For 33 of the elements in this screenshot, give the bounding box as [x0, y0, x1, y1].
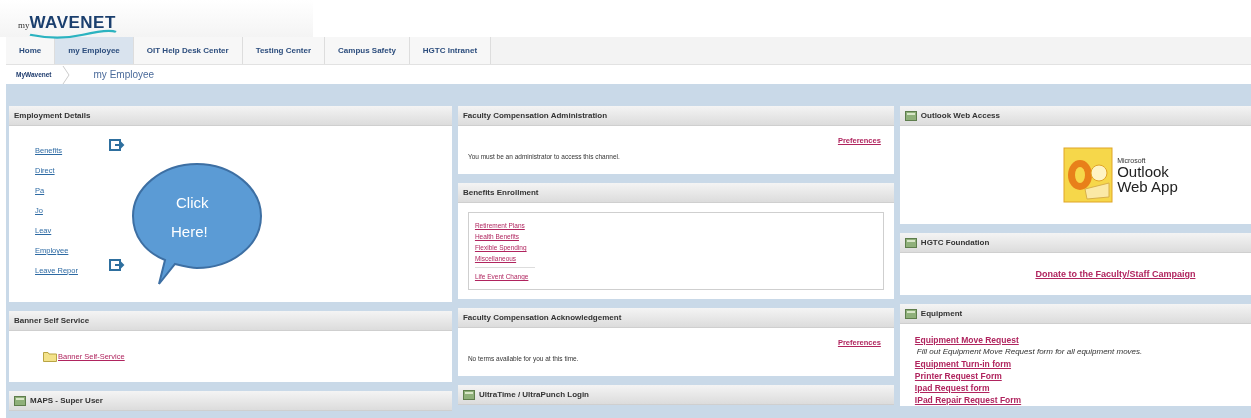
channel-title: UltraTime / UltraPunch Login: [478, 390, 589, 399]
breadcrumb-current: my Employee: [93, 69, 155, 80]
channel-title: Faculty Compensation Acknowledgement: [462, 313, 622, 322]
link[interactable]: Printer Request Form: [914, 370, 1002, 382]
product-text: Outlook: [1117, 163, 1170, 179]
nav-tab[interactable]: Campus Safety: [325, 37, 410, 64]
callout-text: Here!: [171, 223, 208, 240]
channel-title: HGTC Foundation: [920, 238, 990, 247]
launch-icon[interactable]: [109, 138, 125, 152]
nav-tab[interactable]: HGTC Intranet: [409, 37, 492, 64]
channel-title: MAPS - Super User: [30, 396, 103, 405]
channel-title: Banner Self Service: [14, 316, 90, 325]
launch-icon[interactable]: [109, 258, 125, 272]
channel-title: Equipment: [920, 309, 963, 318]
product-text: Web App: [1117, 178, 1178, 194]
channel-title: Employment Details: [14, 111, 91, 120]
chevron-icon: [61, 65, 70, 84]
note-text: Fill out Equipment Move Request form for all equipment moves.: [915, 346, 1143, 358]
nav-tab[interactable]: my Employee: [55, 37, 134, 64]
callout-text: Click: [176, 194, 209, 211]
outlook-logo-icon: [1063, 147, 1114, 203]
channel-title: Outlook Web Access: [920, 111, 1000, 120]
nav-tab[interactable]: Testing Center: [242, 37, 326, 64]
channel-title: Benefits Enrollment: [462, 188, 539, 197]
folder-icon: [43, 351, 57, 362]
link[interactable]: IPad Repair Request Form: [914, 394, 1022, 406]
channel-title: Faculty Compensation Administration: [462, 111, 608, 120]
link[interactable]: Ipad Request form: [914, 382, 990, 394]
link[interactable]: Equipment Turn-in form: [914, 358, 1012, 370]
link[interactable]: Donate to the Faculty/Staff Campaign: [1035, 269, 1196, 279]
nav-tab[interactable]: Home: [6, 37, 56, 64]
nav-tab[interactable]: OIT Help Desk Center: [133, 37, 243, 64]
link[interactable]: Equipment Move Request: [914, 334, 1019, 346]
